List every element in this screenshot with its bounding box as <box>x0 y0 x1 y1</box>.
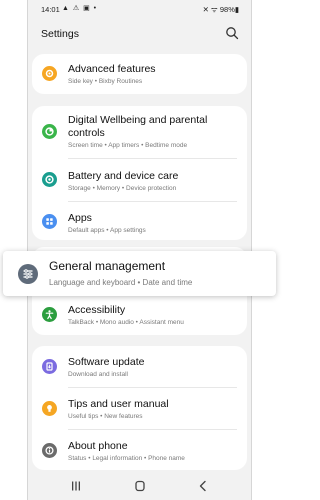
info-icon <box>42 443 57 458</box>
settings-item-tips-user-manual[interactable]: Tips and user manual Useful tips • New f… <box>32 388 247 428</box>
item-title: Software update <box>68 356 145 368</box>
item-title: Advanced features <box>68 63 156 75</box>
item-subtitle: TalkBack • Mono audio • Assistant menu <box>68 319 184 326</box>
settings-item-about-phone[interactable]: About phone Status • Legal information •… <box>32 430 247 470</box>
sliders-icon <box>18 264 38 284</box>
item-title: General management <box>49 259 166 273</box>
status-right: ✕ ᯤ 98%▮ <box>202 5 239 14</box>
search-icon[interactable] <box>225 26 239 40</box>
phone-screen: 14:01 ▲ ⚠ ▣ • ✕ ᯤ 98%▮ Settings Advanced… <box>27 0 252 500</box>
settings-item-advanced-features[interactable]: Advanced features Side key • Bixby Routi… <box>32 54 247 94</box>
divider <box>68 158 237 159</box>
accessibility-icon <box>42 307 57 322</box>
settings-item-apps[interactable]: Apps Default apps • App settings <box>32 203 247 240</box>
item-subtitle: Download and install <box>68 371 128 378</box>
item-subtitle: Side key • Bixby Routines <box>68 78 143 85</box>
item-subtitle: Useful tips • New features <box>68 413 143 420</box>
item-title: About phone <box>68 440 128 452</box>
wellbeing-icon <box>42 124 57 139</box>
item-subtitle: Status • Legal information • Phone name <box>68 455 185 462</box>
card-support: Software update Download and install Tip… <box>32 346 247 470</box>
item-subtitle: Language and keyboard • Date and time <box>49 278 193 287</box>
item-subtitle: Screen time • App timers • Bedtime mode <box>68 142 188 149</box>
settings-item-battery-device-care[interactable]: Battery and device care Storage • Memory… <box>32 160 247 200</box>
item-title: Apps <box>68 212 92 224</box>
settings-item-general-management[interactable]: General management Language and keyboard… <box>3 251 276 296</box>
item-title: Tips and user manual <box>68 398 169 410</box>
item-title-line1: Digital Wellbeing and parental <box>68 114 208 126</box>
item-subtitle: Storage • Memory • Device protection <box>68 185 177 192</box>
settings-item-digital-wellbeing[interactable]: Digital Wellbeing and parental controls … <box>32 106 247 154</box>
navigation-bar <box>28 472 251 500</box>
device-care-icon <box>42 172 57 187</box>
back-icon[interactable] <box>196 480 210 492</box>
card-device: Digital Wellbeing and parental controls … <box>32 106 247 240</box>
status-bar: 14:01 ▲ ⚠ ▣ • ✕ ᯤ 98%▮ <box>28 0 251 18</box>
divider <box>68 201 237 202</box>
card-advanced: Advanced features Side key • Bixby Routi… <box>32 54 247 94</box>
gear-plus-icon <box>42 66 57 81</box>
item-title: Accessibility <box>68 304 126 316</box>
home-icon[interactable] <box>133 480 147 492</box>
software-update-icon <box>42 359 57 374</box>
lightbulb-icon <box>42 401 57 416</box>
settings-item-accessibility[interactable]: Accessibility TalkBack • Mono audio • As… <box>32 299 247 335</box>
item-subtitle: Default apps • App settings <box>68 227 146 234</box>
page-title: Settings <box>41 28 79 40</box>
settings-item-software-update[interactable]: Software update Download and install <box>32 346 247 386</box>
item-title-line2: controls <box>68 127 105 139</box>
recent-apps-icon[interactable] <box>69 480 83 492</box>
notification-icons: ▲ ⚠ ▣ • <box>62 5 98 12</box>
apps-grid-icon <box>42 214 57 229</box>
status-time: 14:01 <box>41 5 60 14</box>
item-title: Battery and device care <box>68 170 179 182</box>
